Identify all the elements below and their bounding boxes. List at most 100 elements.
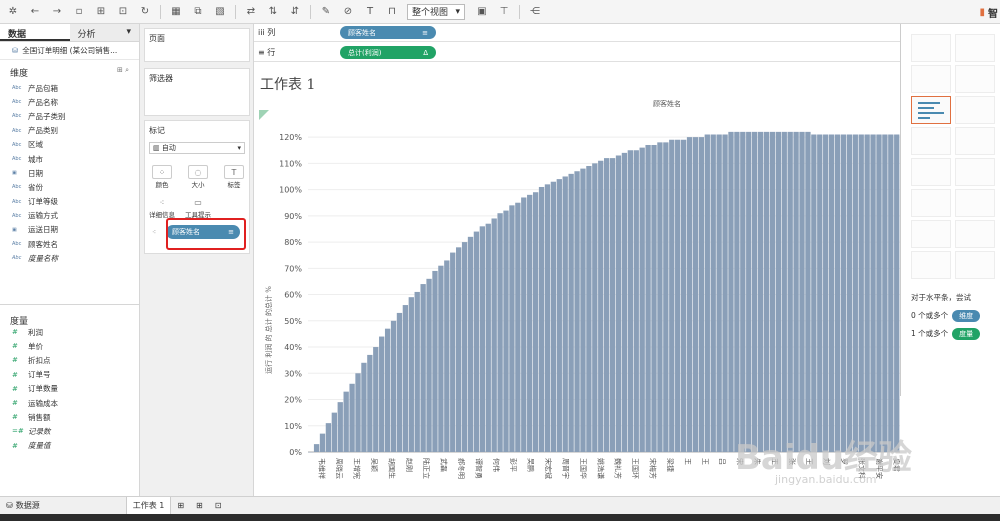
labels-icon[interactable]: T <box>363 5 377 19</box>
presentation-icon[interactable]: ⊤ <box>497 5 511 19</box>
bar[interactable] <box>438 265 444 452</box>
show-cards-icon[interactable]: ▣ <box>475 5 489 19</box>
dimension-field[interactable]: Abc 顾客姓名 <box>0 237 139 251</box>
bar[interactable] <box>538 186 545 452</box>
bar[interactable] <box>414 291 420 452</box>
bar[interactable] <box>444 260 450 452</box>
tab-sheet-1[interactable]: 工作表 1 <box>125 496 172 515</box>
bar[interactable] <box>692 137 699 452</box>
bar[interactable] <box>361 362 367 452</box>
measure-field[interactable]: # 折扣点 <box>0 353 140 367</box>
dimension-field[interactable]: Abc 订单等级 <box>0 195 139 209</box>
measure-field[interactable]: # 运输成本 <box>0 396 140 410</box>
highlight-icon[interactable]: ✎ <box>319 5 333 19</box>
measure-field[interactable]: # 销售额 <box>0 410 140 424</box>
bar[interactable] <box>728 131 734 452</box>
chart-type-thumbnail[interactable] <box>911 34 951 62</box>
bar[interactable] <box>390 320 397 452</box>
save-icon[interactable]: ▫ <box>72 5 86 19</box>
bar[interactable] <box>420 284 426 452</box>
bar[interactable] <box>319 433 326 452</box>
pages-card[interactable]: 页面 <box>144 28 250 62</box>
bar[interactable] <box>491 218 497 452</box>
dimension-field[interactable]: Abc 运输方式 <box>0 209 139 223</box>
chart-type-thumbnail[interactable] <box>911 65 951 93</box>
color-button[interactable]: ⁘ 颜色 <box>151 165 173 191</box>
measure-field[interactable]: # 单价 <box>0 339 140 353</box>
measure-field[interactable]: # 订单号 <box>0 368 140 382</box>
bar[interactable] <box>467 236 474 452</box>
size-button[interactable]: ◌ 大小 <box>187 165 209 191</box>
bar[interactable] <box>592 163 598 453</box>
measure-field[interactable]: # 利润 <box>0 325 140 339</box>
sort-asc-icon[interactable]: ⇅ <box>266 5 280 19</box>
bar[interactable] <box>846 134 853 452</box>
bar[interactable] <box>461 242 468 452</box>
chart-type-thumbnail[interactable] <box>911 251 951 279</box>
rows-shelf[interactable]: ≡ 行 总计(利润) Δ <box>254 44 900 62</box>
bar[interactable] <box>402 305 409 452</box>
new-sheet-icon[interactable]: ▦ <box>169 5 183 19</box>
dimension-field[interactable]: Abc 产品类别 <box>0 124 139 138</box>
bar[interactable] <box>515 202 521 452</box>
bar[interactable] <box>740 131 746 452</box>
forward-icon[interactable]: → <box>50 5 64 19</box>
chart-type-thumbnail[interactable] <box>911 189 951 217</box>
bar[interactable] <box>527 194 533 452</box>
chart-type-thumbnail[interactable] <box>955 127 995 155</box>
bar[interactable] <box>716 134 722 452</box>
chart-type-thumbnail[interactable] <box>911 220 951 248</box>
bar[interactable] <box>894 134 900 452</box>
new-sheet-icon[interactable]: ⊞ <box>171 497 190 515</box>
bar[interactable] <box>485 223 491 452</box>
datasource-item[interactable]: ⛁ 全国订单明细 (某公司销售... <box>0 42 139 60</box>
chart-type-thumbnail[interactable] <box>911 158 951 186</box>
swap-icon[interactable]: ⇄ <box>244 5 258 19</box>
dimension-field[interactable]: Abc 度量名称 <box>0 251 139 265</box>
measure-field[interactable]: =# 记录数 <box>0 424 140 438</box>
bar[interactable] <box>639 147 645 452</box>
bar[interactable] <box>621 152 628 452</box>
bar[interactable] <box>799 131 805 452</box>
bar[interactable] <box>704 134 710 452</box>
measure-field[interactable]: # 订单数量 <box>0 382 140 396</box>
bar[interactable] <box>568 173 574 452</box>
bar[interactable] <box>698 137 705 452</box>
bar[interactable] <box>787 131 793 452</box>
dimension-field[interactable]: ▣ 运送日期 <box>0 223 139 237</box>
tableau-logo-icon[interactable]: ✲ <box>6 5 20 19</box>
show-me-button[interactable]: ▮ 智 <box>979 0 1000 24</box>
bar[interactable] <box>645 144 651 452</box>
bar[interactable] <box>373 347 379 452</box>
bar[interactable] <box>775 131 781 452</box>
bar[interactable] <box>503 210 509 452</box>
bar[interactable] <box>840 134 847 452</box>
dimension-field[interactable]: Abc 产品包箱 <box>0 81 139 95</box>
columns-pill[interactable]: 顾客姓名 ≡ <box>340 26 436 39</box>
bar[interactable] <box>509 205 515 452</box>
bar[interactable] <box>586 165 592 452</box>
bar[interactable] <box>604 158 610 452</box>
bar[interactable] <box>367 354 373 452</box>
bar[interactable] <box>781 131 787 452</box>
bar[interactable] <box>349 383 355 452</box>
sort-desc-icon[interactable]: ⇵ <box>288 5 302 19</box>
bar[interactable] <box>817 134 823 452</box>
tab-data[interactable]: 数据 <box>0 24 70 41</box>
bar[interactable] <box>752 131 758 452</box>
bar[interactable] <box>379 336 385 452</box>
chart-type-thumbnail[interactable] <box>955 220 995 248</box>
bar[interactable] <box>497 213 503 452</box>
bar[interactable] <box>675 139 681 452</box>
bar[interactable] <box>384 328 391 452</box>
bar[interactable] <box>746 131 752 452</box>
bar[interactable] <box>710 134 716 452</box>
bar[interactable] <box>680 139 687 452</box>
clear-sheet-icon[interactable]: ▧ <box>213 5 227 19</box>
bar[interactable] <box>479 226 485 452</box>
bar[interactable] <box>888 134 894 452</box>
bar[interactable] <box>580 168 586 452</box>
bar[interactable] <box>722 134 728 452</box>
dimension-field[interactable]: Abc 城市 <box>0 152 139 166</box>
bar[interactable] <box>633 150 639 452</box>
